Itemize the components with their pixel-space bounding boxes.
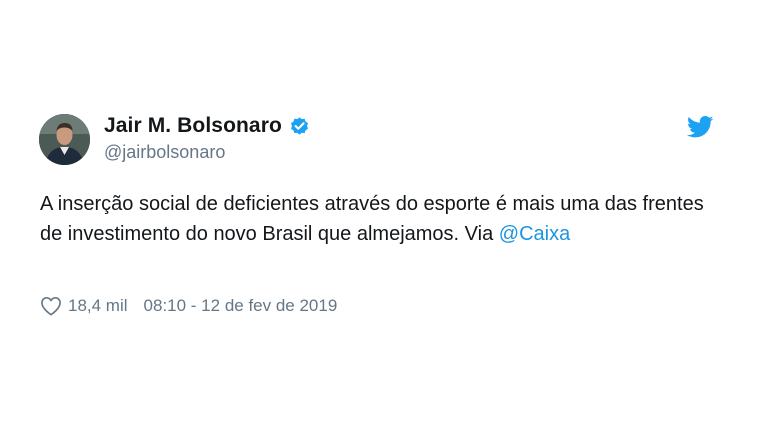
twitter-bird-icon[interactable] xyxy=(686,116,714,138)
tweet-text: A inserção social de deficientes através… xyxy=(40,189,720,249)
user-handle[interactable]: @jairbolsonaro xyxy=(104,142,310,163)
display-name[interactable]: Jair M. Bolsonaro xyxy=(104,114,282,138)
tweet-body: A inserção social de deficientes através… xyxy=(40,193,704,245)
avatar[interactable] xyxy=(39,114,90,165)
canvas: Jair M. Bolsonaro @jairbolsonaro A inser… xyxy=(0,0,768,433)
heart-icon[interactable] xyxy=(40,296,62,316)
like-count[interactable]: 18,4 mil xyxy=(68,296,128,316)
user-block: Jair M. Bolsonaro @jairbolsonaro xyxy=(104,112,310,163)
display-name-row: Jair M. Bolsonaro xyxy=(104,112,310,140)
timestamp[interactable]: 08:10 - 12 de fev de 2019 xyxy=(144,296,338,316)
verified-badge-icon xyxy=(289,116,310,137)
tweet-card: Jair M. Bolsonaro @jairbolsonaro A inser… xyxy=(36,106,726,336)
mention-link[interactable]: @Caixa xyxy=(499,223,570,245)
tweet-meta: 18,4 mil 08:10 - 12 de fev de 2019 xyxy=(40,296,337,316)
